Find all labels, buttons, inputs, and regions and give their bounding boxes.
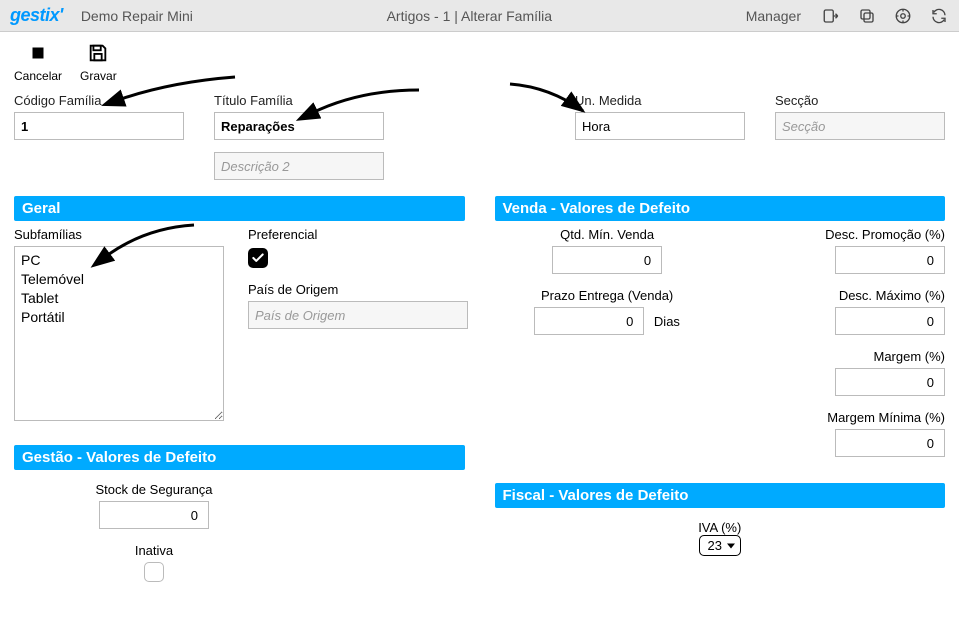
stock-label: Stock de Segurança — [74, 482, 234, 497]
margem-min-input[interactable] — [835, 429, 945, 457]
codigo-field: Código Família — [14, 93, 184, 140]
stop-icon — [14, 42, 62, 67]
prazo-block: Prazo Entrega (Venda) Dias — [495, 288, 720, 335]
desc2-input[interactable] — [214, 152, 384, 180]
header-tools: Manager — [746, 6, 949, 26]
logo: gestix' — [10, 5, 63, 26]
desc-promo-block: Desc. Promoção (%) — [720, 227, 945, 274]
titulo-field: Título Família — [214, 93, 384, 180]
desc-promo-input[interactable] — [835, 246, 945, 274]
margem-label: Margem (%) — [873, 349, 945, 364]
list-item[interactable]: Portátil — [21, 308, 217, 327]
iva-label: IVA (%) — [495, 520, 946, 535]
codigo-input[interactable] — [14, 112, 184, 140]
breadcrumb: Artigos - 1 | Alterar Família — [387, 8, 552, 24]
refresh-icon[interactable] — [929, 6, 949, 26]
list-item[interactable]: Telemóvel — [21, 270, 217, 289]
inativa-checkbox[interactable] — [144, 562, 164, 582]
save-icon — [80, 42, 117, 67]
left-column: Geral Subfamílias PC Telemóvel Tablet Po… — [14, 196, 465, 599]
qtd-input[interactable] — [552, 246, 662, 274]
titulo-input[interactable] — [214, 112, 384, 140]
prazo-suffix: Dias — [654, 314, 680, 329]
help-icon[interactable] — [893, 6, 913, 26]
desc-max-block: Desc. Máximo (%) — [720, 288, 945, 335]
list-item[interactable]: PC — [21, 251, 217, 270]
geral-header: Geral — [14, 196, 465, 221]
un-medida-label: Un. Medida — [575, 93, 745, 108]
stock-input[interactable] — [99, 501, 209, 529]
logout-icon[interactable] — [821, 6, 841, 26]
pais-label: País de Origem — [248, 282, 468, 297]
copy-icon[interactable] — [857, 6, 877, 26]
inativa-block: Inativa — [74, 543, 234, 585]
demo-title: Demo Repair Mini — [81, 8, 193, 24]
gestao-header: Gestão - Valores de Defeito — [14, 445, 465, 470]
subfam-label: Subfamílias — [14, 227, 224, 242]
pais-block: País de Origem — [248, 282, 468, 329]
desc-max-label: Desc. Máximo (%) — [839, 288, 945, 303]
inativa-label: Inativa — [74, 543, 234, 558]
seccao-input[interactable] — [775, 112, 945, 140]
list-item[interactable]: Tablet — [21, 289, 217, 308]
fiscal-header: Fiscal - Valores de Defeito — [495, 483, 946, 508]
stock-block: Stock de Segurança — [74, 482, 234, 529]
right-column: Venda - Valores de Defeito Qtd. Mín. Ven… — [495, 196, 946, 599]
action-toolbar: Cancelar Gravar — [0, 32, 959, 89]
cancel-label: Cancelar — [14, 69, 62, 83]
form-area: Código Família Título Família Un. Medida — [0, 89, 959, 619]
subfam-block: Subfamílias PC Telemóvel Tablet Portátil — [14, 227, 224, 421]
qtd-label: Qtd. Mín. Venda — [560, 227, 654, 242]
preferencial-checkbox[interactable] — [248, 248, 268, 268]
cancel-button[interactable]: Cancelar — [14, 42, 62, 83]
codigo-label: Código Família — [14, 93, 184, 108]
qtd-block: Qtd. Mín. Venda — [495, 227, 720, 274]
margem-min-label: Margem Mínima (%) — [827, 410, 945, 425]
prazo-input[interactable] — [534, 307, 644, 335]
iva-select[interactable]: 23 — [699, 535, 741, 556]
top-bar: gestix' Demo Repair Mini Artigos - 1 | A… — [0, 0, 959, 32]
margem-block: Margem (%) — [720, 349, 945, 396]
user-name[interactable]: Manager — [746, 8, 801, 24]
save-button[interactable]: Gravar — [80, 42, 117, 83]
save-label: Gravar — [80, 69, 117, 83]
desc-max-input[interactable] — [835, 307, 945, 335]
pais-input[interactable] — [248, 301, 468, 329]
iva-block: IVA (%) 23 — [495, 514, 946, 556]
prazo-label: Prazo Entrega (Venda) — [541, 288, 673, 303]
preferencial-label: Preferencial — [248, 227, 468, 242]
seccao-field: Secção — [775, 93, 945, 140]
desc-promo-label: Desc. Promoção (%) — [825, 227, 945, 242]
seccao-label: Secção — [775, 93, 945, 108]
venda-header: Venda - Valores de Defeito — [495, 196, 946, 221]
titulo-label: Título Família — [214, 93, 384, 108]
margem-min-block: Margem Mínima (%) — [720, 410, 945, 457]
preferencial-block: Preferencial — [248, 227, 468, 268]
un-medida-input[interactable] — [575, 112, 745, 140]
iva-value: 23 — [699, 535, 741, 556]
subfam-list[interactable]: PC Telemóvel Tablet Portátil — [14, 246, 224, 421]
margem-input[interactable] — [835, 368, 945, 396]
un-medida-field: Un. Medida — [575, 93, 745, 140]
